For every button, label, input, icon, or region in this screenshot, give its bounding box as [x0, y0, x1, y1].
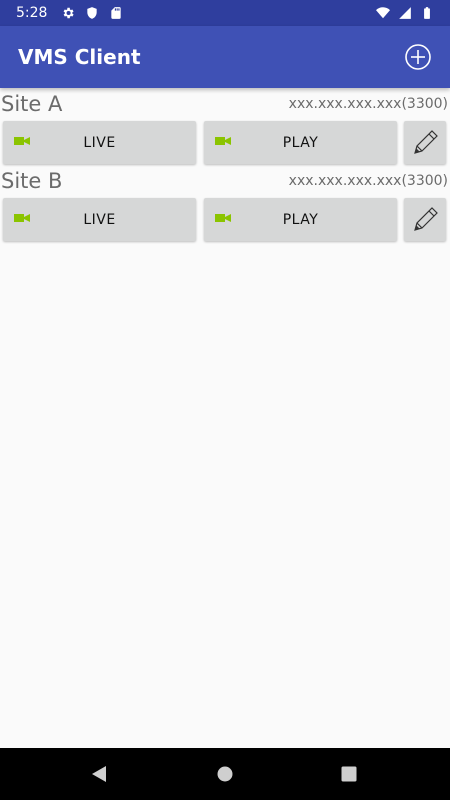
sd-card-icon [111, 7, 122, 19]
gear-icon [64, 7, 75, 19]
back-icon[interactable] [90, 765, 108, 783]
site-address: xxx.xxx.xxx.xxx(3300) [288, 96, 448, 112]
play-button-label: PLAY [282, 134, 319, 151]
app-bar: VMS Client [0, 26, 450, 88]
status-bar: 5:28 [0, 0, 450, 26]
add-circle-icon[interactable] [404, 43, 432, 71]
site-item-a: Site A xxx.xxx.xxx.xxx(3300) LIVE PLAY [0, 88, 450, 165]
site-name: Site A [1, 92, 63, 116]
live-button-label: LIVE [83, 134, 116, 151]
play-button[interactable]: PLAY [204, 121, 397, 164]
shield-icon [87, 7, 98, 19]
recents-icon[interactable] [340, 765, 358, 783]
site-header: Site A xxx.xxx.xxx.xxx(3300) [0, 88, 450, 120]
navigation-bar [0, 748, 450, 800]
edit-site-button[interactable] [404, 198, 446, 241]
pencil-icon [414, 129, 438, 154]
play-button-label: PLAY [282, 211, 319, 228]
site-name: Site B [1, 169, 63, 193]
cell-signal-icon [399, 7, 411, 19]
live-button-label: LIVE [83, 211, 116, 228]
home-icon[interactable] [216, 765, 234, 783]
wifi-icon [376, 7, 390, 19]
site-list: Site A xxx.xxx.xxx.xxx(3300) LIVE PLAY S… [0, 88, 450, 242]
edit-site-button[interactable] [404, 121, 446, 164]
site-item-b: Site B xxx.xxx.xxx.xxx(3300) LIVE PLAY [0, 165, 450, 242]
battery-icon [424, 7, 430, 19]
app-title: VMS Client [18, 45, 141, 69]
camera-icon [215, 214, 231, 222]
live-button[interactable]: LIVE [3, 121, 196, 164]
camera-icon [14, 214, 30, 222]
camera-icon [215, 137, 231, 145]
status-time: 5:28 [16, 5, 48, 21]
pencil-icon [414, 206, 438, 231]
live-button[interactable]: LIVE [3, 198, 196, 241]
play-button[interactable]: PLAY [204, 198, 397, 241]
site-header: Site B xxx.xxx.xxx.xxx(3300) [0, 165, 450, 197]
site-address: xxx.xxx.xxx.xxx(3300) [288, 173, 448, 189]
camera-icon [14, 137, 30, 145]
